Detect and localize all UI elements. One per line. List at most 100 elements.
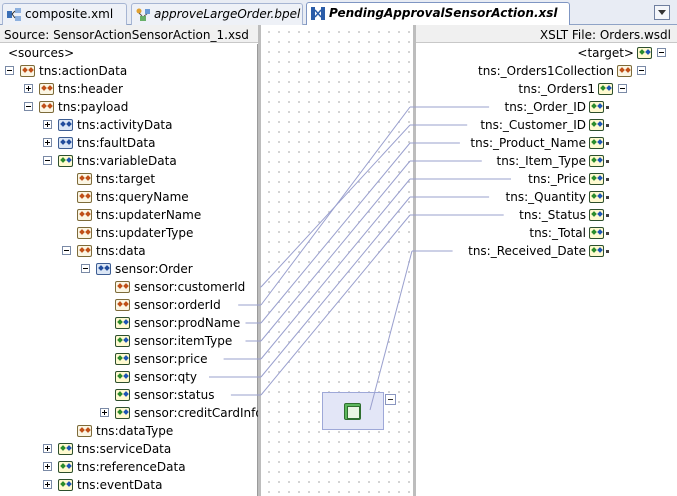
source-node-sensor-order[interactable]: sensor:Order — [0, 260, 258, 278]
target-node-tns-quantity[interactable]: tns:_Quantity — [416, 188, 677, 206]
element-icon — [77, 245, 92, 257]
source-node-label: tns:actionData — [39, 64, 128, 78]
complex-type-icon — [589, 227, 604, 239]
editor-tab-bar: composite.xml approveLargeOrder.bpel Pen… — [0, 0, 677, 25]
source-node-tns-target[interactable]: tns:target — [0, 170, 258, 188]
complex-type-icon — [115, 335, 130, 347]
complex-type-icon — [598, 83, 613, 95]
target-node-tns-orders1[interactable]: tns:_Orders1 — [416, 80, 677, 98]
source-node-tns-queryname[interactable]: tns:queryName — [0, 188, 258, 206]
source-node-sensor-qty[interactable]: sensor:qty — [0, 368, 258, 386]
target-node-label: tns:_Order_ID — [504, 100, 587, 114]
source-node-sensor-orderid[interactable]: sensor:orderId — [0, 296, 258, 314]
collapse-toggle-icon[interactable] — [24, 102, 33, 111]
collapse-toggle-icon[interactable] — [62, 246, 71, 255]
tab-pending-xsl-label: PendingApprovalSensorAction.xsl — [329, 6, 558, 20]
date-function-icon[interactable] — [344, 403, 361, 420]
source-node-sensor-price[interactable]: sensor:price — [0, 350, 258, 368]
target-connector-dot — [606, 142, 609, 145]
collapse-toggle-icon[interactable] — [637, 66, 646, 75]
collapse-toggle-icon[interactable] — [618, 84, 627, 93]
target-node-tns-order-id[interactable]: tns:_Order_ID — [416, 98, 677, 116]
source-node-sensor-status[interactable]: sensor:status — [0, 386, 258, 404]
source-tree-pane[interactable]: <sources> tns:actionData tns:header tns:pay… — [0, 44, 263, 496]
target-node-tns-status[interactable]: tns:_Status — [416, 206, 677, 224]
source-node-tns-activitydata[interactable]: tns:activityData — [0, 116, 258, 134]
element-icon — [77, 227, 92, 239]
function-collapse-button[interactable] — [385, 394, 396, 405]
collapse-toggle-icon[interactable] — [43, 156, 52, 165]
element-icon — [39, 83, 54, 95]
source-node-tns-updatertype[interactable]: tns:updaterType — [0, 224, 258, 242]
xslt-header: XSLT File: Orders.wsdl — [539, 28, 671, 42]
source-node-label: <sources> — [8, 46, 75, 60]
element-icon — [39, 101, 54, 113]
complex-type-icon — [589, 209, 604, 221]
target-node-tns-orders1collection[interactable]: tns:_Orders1Collection — [416, 62, 677, 80]
target-node-tns-price[interactable]: tns:_Price — [416, 170, 677, 188]
source-node-sensor-itemtype[interactable]: sensor:itemType — [0, 332, 258, 350]
complex-type-icon — [115, 317, 130, 329]
source-node-tns-updatername[interactable]: tns:updaterName — [0, 206, 258, 224]
target-node-label: tns:_Total — [529, 226, 586, 240]
source-node-tns-variabledata[interactable]: tns:variableData — [0, 152, 258, 170]
target-node-target[interactable]: <target> — [416, 44, 677, 62]
complex-type-icon — [115, 353, 130, 365]
source-node-tns-faultdata[interactable]: tns:faultData — [0, 134, 258, 152]
complex-type-icon — [589, 173, 604, 185]
expand-toggle-icon[interactable] — [43, 120, 52, 129]
source-header: Source: SensorActionSensorAction_1.xsd — [4, 28, 249, 42]
complex-type-icon — [58, 155, 73, 167]
complex-type-icon — [58, 479, 73, 491]
element-icon — [77, 209, 92, 221]
collapse-toggle-icon[interactable] — [5, 66, 14, 75]
expand-toggle-icon[interactable] — [100, 408, 109, 417]
expand-toggle-icon[interactable] — [24, 84, 33, 93]
source-node-tns-eventdata[interactable]: tns:eventData — [0, 476, 258, 494]
source-node-sensor-customerid[interactable]: sensor:customerId — [0, 278, 258, 296]
source-node-tns-servicedata[interactable]: tns:serviceData — [0, 440, 258, 458]
expand-toggle-icon[interactable] — [43, 138, 52, 147]
source-node-tns-actiondata[interactable]: tns:actionData — [0, 62, 258, 80]
target-node-tns-total[interactable]: tns:_Total — [416, 224, 677, 242]
collapse-toggle-icon[interactable] — [657, 48, 666, 57]
source-node-sensor-prodname[interactable]: sensor:prodName — [0, 314, 258, 332]
target-node-tns-customer-id[interactable]: tns:_Customer_ID — [416, 116, 677, 134]
xsl-icon — [311, 7, 325, 20]
source-node-label: sensor:qty — [134, 370, 198, 384]
source-node-label: tns:updaterName — [96, 208, 202, 222]
source-node-sensor-creditcardinfo[interactable]: sensor:creditCardInfo — [0, 404, 263, 422]
tab-composite[interactable]: composite.xml — [2, 3, 127, 25]
target-node-tns-product-name[interactable]: tns:_Product_Name — [416, 134, 677, 152]
target-connector-dot — [606, 178, 609, 181]
complex-type-icon — [96, 263, 111, 275]
source-node-tns-data[interactable]: tns:data — [0, 242, 258, 260]
collapse-toggle-icon[interactable] — [81, 264, 90, 273]
source-node-label: tns:updaterType — [96, 226, 194, 240]
tab-list-dropdown-button[interactable] — [654, 5, 670, 20]
target-tree-pane[interactable]: <target> tns:_Orders1Collection tns:_Order… — [416, 44, 677, 496]
source-node-tns-payload[interactable]: tns:payload — [0, 98, 258, 116]
expand-toggle-icon[interactable] — [43, 462, 52, 471]
complex-type-icon — [589, 155, 604, 167]
element-icon — [77, 425, 92, 437]
source-node-label: sensor:Order — [115, 262, 193, 276]
source-node-tns-datatype[interactable]: tns:dataType — [0, 422, 258, 440]
expand-toggle-icon[interactable] — [43, 480, 52, 489]
target-connector-dot — [606, 250, 609, 253]
tab-pending-xsl[interactable]: PendingApprovalSensorAction.xsl — [306, 2, 570, 25]
source-node-tns-header[interactable]: tns:header — [0, 80, 258, 98]
tab-approve-bpel[interactable]: approveLargeOrder.bpel — [131, 3, 303, 25]
chevron-down-icon — [658, 10, 666, 15]
target-node-tns-received-date[interactable]: tns:_Received_Date — [416, 242, 677, 260]
source-node-label: sensor:itemType — [134, 334, 233, 348]
element-icon — [115, 281, 130, 293]
target-root-icon — [637, 47, 652, 59]
source-node-sources[interactable]: <sources> — [0, 44, 258, 62]
expand-toggle-icon[interactable] — [43, 444, 52, 453]
source-node-label: tns:header — [58, 82, 123, 96]
element-icon — [77, 173, 92, 185]
target-node-label: tns:_Received_Date — [468, 244, 586, 258]
target-node-tns-item-type[interactable]: tns:_Item_Type — [416, 152, 677, 170]
source-node-tns-referencedata[interactable]: tns:referenceData — [0, 458, 258, 476]
